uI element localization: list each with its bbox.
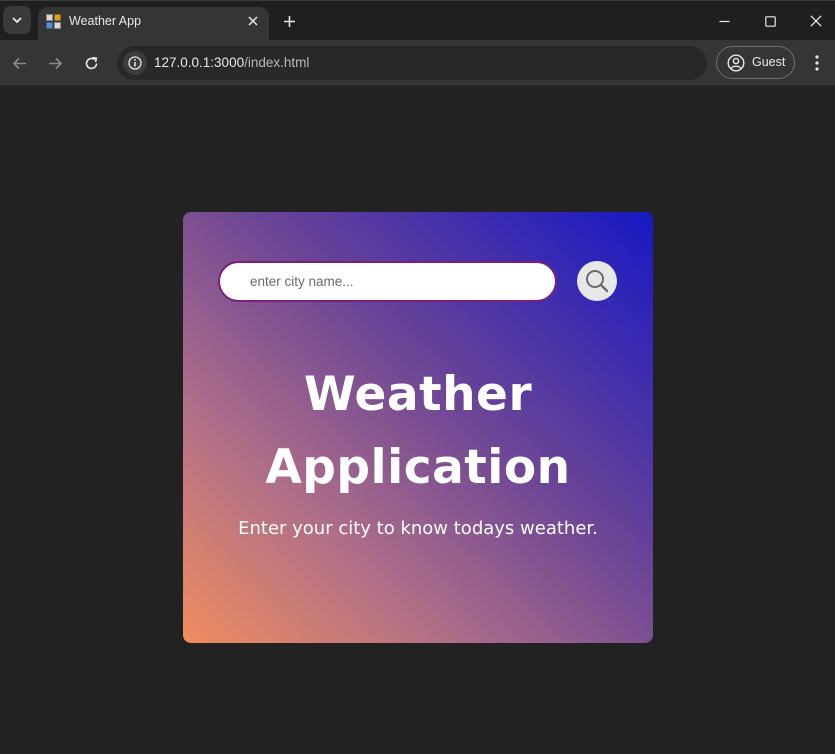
close-window-button[interactable]	[796, 5, 835, 37]
profile-button[interactable]: Guest	[716, 46, 795, 79]
arrow-right-icon	[48, 57, 62, 69]
account-circle-icon	[727, 54, 745, 72]
page-title: Weather Application	[183, 358, 653, 504]
search-button[interactable]	[577, 261, 617, 301]
title-line-2: Application	[265, 440, 571, 495]
tab-close-button[interactable]	[244, 12, 262, 30]
tab-strip: Weather App	[0, 0, 835, 41]
arrow-left-icon	[12, 57, 26, 69]
city-search-input[interactable]	[218, 261, 557, 302]
browser-menu-button[interactable]	[806, 50, 828, 76]
page-subtitle: Enter your city to know todays weather.	[238, 518, 598, 539]
maximize-icon	[764, 15, 776, 27]
new-tab-button[interactable]	[277, 9, 301, 33]
chevron-down-icon	[12, 17, 22, 24]
reload-button[interactable]	[78, 50, 104, 76]
forward-button[interactable]	[42, 50, 68, 76]
weather-card: Weather Application Enter your city to k…	[183, 212, 653, 643]
url-text: 127.0.0.1:3000/index.html	[154, 55, 309, 70]
minimize-button[interactable]	[704, 5, 744, 37]
url-path: /index.html	[244, 55, 310, 70]
url-host: 127.0.0.1:3000	[154, 55, 245, 70]
back-button[interactable]	[6, 50, 32, 76]
reload-icon	[85, 56, 97, 69]
browser-tab[interactable]: Weather App	[38, 7, 269, 41]
tab-title: Weather App	[69, 14, 142, 28]
info-icon	[128, 56, 142, 70]
site-info-button[interactable]	[123, 51, 147, 75]
browser-toolbar: 127.0.0.1:3000/index.html Guest	[0, 40, 835, 86]
minimize-icon	[719, 20, 729, 22]
address-bar[interactable]: 127.0.0.1:3000/index.html	[117, 46, 707, 80]
tab-search-button[interactable]	[3, 6, 31, 34]
more-vertical-icon	[815, 55, 819, 71]
weather-favicon	[46, 14, 61, 29]
close-icon	[810, 15, 822, 27]
title-line-1: Weather	[303, 367, 533, 422]
close-icon	[248, 16, 258, 26]
search-icon	[586, 270, 609, 293]
profile-label: Guest	[752, 55, 786, 69]
page-viewport: Weather Application Enter your city to k…	[0, 87, 835, 754]
plus-icon	[283, 15, 295, 27]
maximize-button[interactable]	[750, 5, 790, 37]
